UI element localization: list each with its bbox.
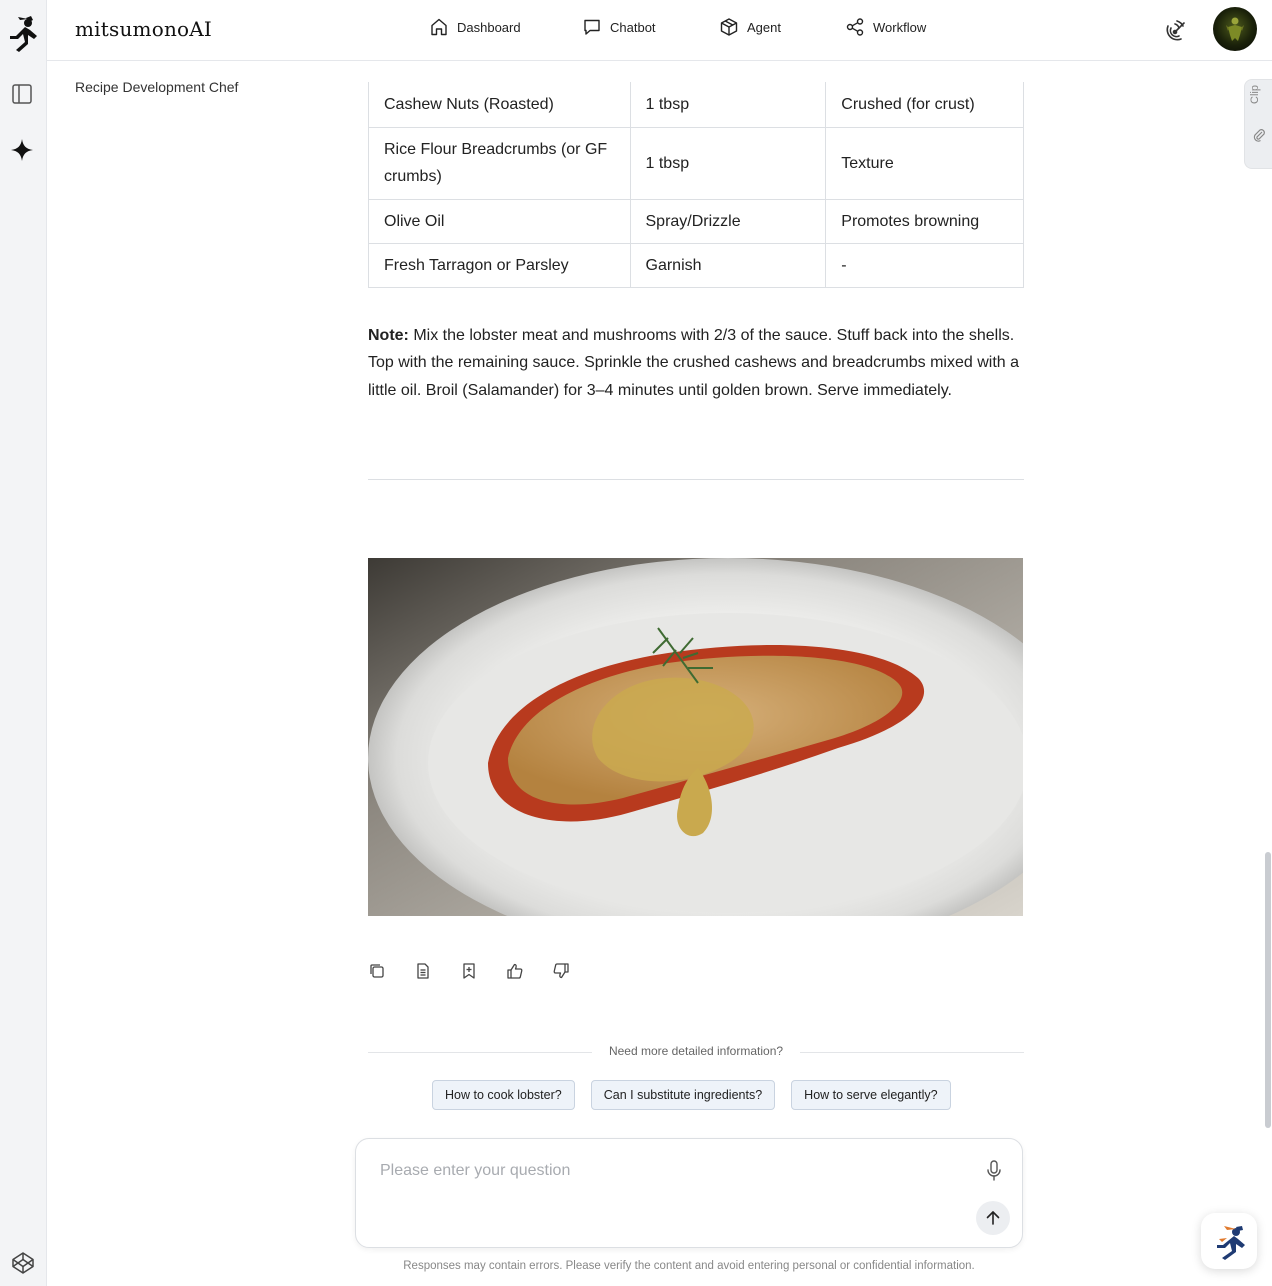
sidebar-toggle-icon[interactable] [11,83,33,105]
nav-dashboard-label: Dashboard [457,19,521,35]
recipe-note: Note: Mix the lobster meat and mushrooms… [368,322,1024,404]
table-cell: 1 tbsp [629,126,827,200]
question-input[interactable] [380,1159,960,1183]
broadcast-signal-icon[interactable] [1165,18,1189,42]
divider-line-right [800,1052,1024,1053]
scrollbar-thumb[interactable] [1265,852,1271,1128]
table-cell: Texture [825,126,1024,200]
arrow-up-icon [986,1211,1000,1225]
table-cell: - [825,242,1024,288]
table-row: Fresh Tarragon or Parsley Garnish - [368,242,1024,288]
table-cell: 1 tbsp [629,82,827,128]
table-cell: Fresh Tarragon or Parsley [368,242,631,288]
nav-workflow-label: Workflow [873,19,927,35]
top-header: mitsumonoAI Dashboard Chatbot Agent Work… [47,0,1272,61]
note-label: Note: [368,327,409,344]
nav-agent-label: Agent [747,19,781,35]
chat-bubble-icon [584,19,600,35]
microphone-icon[interactable] [984,1159,1004,1183]
ingredients-table: Cashew Nuts (Roasted) 1 tbsp Crushed (fo… [368,82,1024,288]
sparkle-icon[interactable] [10,138,34,162]
thumbs-up-icon[interactable] [506,962,524,980]
message-actions [368,962,570,980]
more-info-divider: Need more detailed information? [368,1044,1024,1060]
table-cell: Spray/Drizzle [629,198,827,244]
bookmark-icon[interactable] [460,962,478,980]
paperclip-icon [1253,129,1265,142]
suggestion-chips: How to cook lobster? Can I substitute in… [432,1080,951,1110]
left-rail [0,0,47,1286]
assistant-fab-button[interactable] [1201,1213,1257,1269]
table-cell: Olive Oil [368,198,631,244]
share-nodes-icon [846,18,864,36]
disclaimer-text: Responses may contain errors. Please ver… [403,1260,975,1272]
nav-chatbot[interactable]: Chatbot [582,17,656,37]
send-button[interactable] [976,1201,1010,1235]
section-divider [368,479,1024,480]
table-row: Rice Flour Breadcrumbs (or GF crumbs) 1 … [368,126,1024,200]
ninja-assistant-icon [1217,1226,1245,1260]
table-cell: Promotes browning [825,198,1024,244]
brand-name[interactable]: mitsumonoAI [75,17,212,41]
page-subtitle: Recipe Development Chef [75,79,239,95]
copy-icon[interactable] [368,962,386,980]
suggestion-chip[interactable]: How to cook lobster? [432,1080,575,1110]
nav-agent[interactable]: Agent [719,17,781,37]
user-avatar[interactable] [1213,7,1257,51]
more-info-label: Need more detailed information? [608,1044,784,1058]
nav-chatbot-label: Chatbot [610,19,656,35]
clip-tab[interactable]: Clip [1244,79,1272,169]
codepen-icon[interactable] [11,1251,35,1275]
ninja-logo-icon[interactable] [6,14,40,54]
table-cell: Cashew Nuts (Roasted) [368,82,631,128]
document-icon[interactable] [414,962,432,980]
suggestion-chip[interactable]: How to serve elegantly? [791,1080,951,1110]
dish-image [368,558,1023,916]
table-cell: Crushed (for crust) [825,82,1024,128]
note-text: Mix the lobster meat and mushrooms with … [368,327,1019,399]
cube-icon [720,18,738,36]
clip-label: Clip [1249,85,1261,104]
table-row: Cashew Nuts (Roasted) 1 tbsp Crushed (fo… [368,82,1024,128]
nav-dashboard[interactable]: Dashboard [429,17,521,37]
table-row: Olive Oil Spray/Drizzle Promotes brownin… [368,198,1024,244]
suggestion-chip[interactable]: Can I substitute ingredients? [590,1080,776,1110]
nav-workflow[interactable]: Workflow [845,17,926,37]
table-cell: Rice Flour Breadcrumbs (or GF crumbs) [368,126,631,200]
home-icon [431,18,447,36]
question-input-box [355,1138,1023,1248]
thumbs-down-icon[interactable] [552,962,570,980]
table-cell: Garnish [629,242,827,288]
